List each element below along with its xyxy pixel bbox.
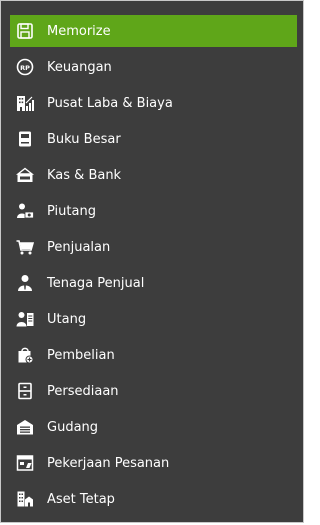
buildings-icon <box>14 488 36 510</box>
menu-item-label: Gudang <box>47 419 99 435</box>
menu-item-label: Kas & Bank <box>47 167 122 183</box>
job-order-icon <box>14 452 36 474</box>
menu-item-pekerjaan-pesanan[interactable]: Pekerjaan Pesanan <box>10 445 297 481</box>
menu-item-pusat-laba-biaya[interactable]: Pusat Laba & Biaya <box>10 85 297 121</box>
person-document-icon <box>14 308 36 330</box>
warehouse-icon <box>14 416 36 438</box>
menu-item-label: Aset Tetap <box>47 491 115 507</box>
ledger-book-icon <box>14 128 36 150</box>
svg-text:RP: RP <box>20 64 30 72</box>
menu-item-tenaga-penjual[interactable]: Tenaga Penjual <box>10 265 297 301</box>
menu-item-memorize[interactable]: Memorize <box>10 15 297 47</box>
menu-item-label: Pembelian <box>47 347 115 363</box>
navigation-menu: Memorize RP Keuangan Pusat Laba & Biaya … <box>0 0 304 523</box>
cash-envelope-icon <box>14 164 36 186</box>
rupiah-coin-icon: RP <box>14 56 36 78</box>
menu-list: Memorize RP Keuangan Pusat Laba & Biaya … <box>1 15 303 517</box>
menu-item-label: Memorize <box>47 23 111 39</box>
shopping-bag-icon <box>14 344 36 366</box>
menu-item-label: Penjualan <box>47 239 111 255</box>
menu-item-label: Keuangan <box>47 59 112 75</box>
menu-item-pembelian[interactable]: Pembelian <box>10 337 297 373</box>
menu-item-persediaan[interactable]: Persediaan <box>10 373 297 409</box>
menu-item-label: Pusat Laba & Biaya <box>47 95 173 111</box>
menu-item-piutang[interactable]: Piutang <box>10 193 297 229</box>
salesperson-icon <box>14 272 36 294</box>
menu-item-penjualan[interactable]: Penjualan <box>10 229 297 265</box>
floppy-disk-icon <box>14 20 36 42</box>
menu-item-label: Buku Besar <box>47 131 121 147</box>
menu-item-label: Piutang <box>47 203 96 219</box>
menu-item-label: Utang <box>47 311 87 327</box>
menu-item-aset-tetap[interactable]: Aset Tetap <box>10 481 297 517</box>
menu-item-keuangan[interactable]: RP Keuangan <box>10 49 297 85</box>
menu-item-label: Tenaga Penjual <box>47 275 145 291</box>
menu-item-buku-besar[interactable]: Buku Besar <box>10 121 297 157</box>
menu-item-kas-bank[interactable]: Kas & Bank <box>10 157 297 193</box>
storage-cabinet-icon <box>14 380 36 402</box>
menu-item-gudang[interactable]: Gudang <box>10 409 297 445</box>
building-chart-icon <box>14 92 36 114</box>
person-money-icon <box>14 200 36 222</box>
menu-item-label: Persediaan <box>47 383 119 399</box>
shopping-cart-icon <box>14 236 36 258</box>
menu-item-utang[interactable]: Utang <box>10 301 297 337</box>
menu-item-label: Pekerjaan Pesanan <box>47 455 170 471</box>
